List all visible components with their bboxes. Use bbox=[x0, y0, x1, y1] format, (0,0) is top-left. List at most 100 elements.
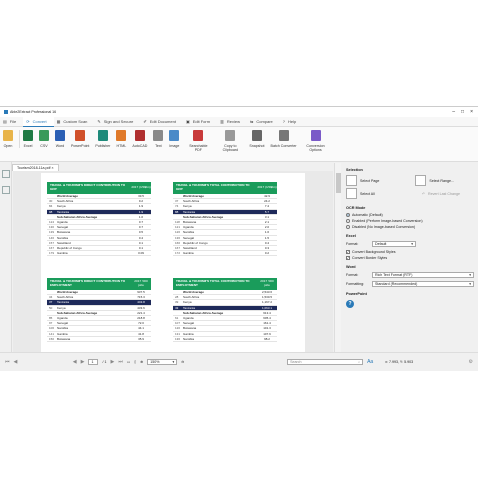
row-country: Tanzania bbox=[57, 209, 70, 214]
document-viewer[interactable]: TRAVEL & TOURISM'S DIRECT CONTRIBUTION T… bbox=[13, 171, 333, 352]
row-rank: 146 bbox=[49, 235, 55, 240]
menu-edit-document[interactable]: ✐ Edit Document bbox=[140, 117, 183, 127]
menu-file[interactable]: ▤ File bbox=[0, 117, 23, 127]
fit-page-icon[interactable]: ▯ bbox=[134, 360, 136, 364]
first-page-icon[interactable]: ⏮ bbox=[5, 359, 10, 365]
zoom-out-icon[interactable]: ⊖ bbox=[181, 360, 184, 364]
compare-icon: ⇆ bbox=[249, 119, 254, 124]
match-case-icon[interactable]: Aa bbox=[367, 359, 373, 365]
conversion-options-button[interactable]: Conversion Options bbox=[300, 130, 332, 152]
ocr-option-enabled[interactable]: Enabled (Perform Image-based Conversion) bbox=[346, 219, 474, 223]
ocr-option-disabled[interactable]: Disabled (No Image-based Conversion) bbox=[346, 225, 474, 229]
publisher-button[interactable]: Publisher bbox=[92, 130, 113, 148]
radio-button[interactable] bbox=[346, 213, 350, 217]
row-rank: 179 bbox=[49, 251, 55, 256]
search-input[interactable]: Search ⌕ bbox=[287, 359, 364, 365]
document-tab[interactable]: Tourism2018-11a.pdf × bbox=[12, 164, 59, 171]
select-all-button[interactable]: Select All bbox=[346, 188, 375, 199]
autocad-button[interactable]: AutoCAD bbox=[129, 130, 150, 148]
row-country: Kenya bbox=[183, 300, 192, 305]
batch-converter-button[interactable]: Batch Converter bbox=[268, 130, 300, 148]
powerpoint-button[interactable]: PowerPoint bbox=[68, 130, 92, 148]
radio-button[interactable] bbox=[346, 225, 350, 229]
data-table: TRAVEL & TOURISM'S DIRECT CONTRIBUTION T… bbox=[47, 278, 151, 342]
checkbox[interactable]: ✓ bbox=[346, 250, 350, 254]
revert-icon: ↶ bbox=[422, 191, 426, 196]
row-value: 1,167.2 bbox=[261, 300, 272, 305]
ocr-option-automatic[interactable]: Automatic (Default) bbox=[346, 213, 474, 217]
row-rank: 130 bbox=[49, 225, 55, 230]
nav-forward-icon[interactable]: ▶ bbox=[81, 359, 85, 365]
word-button[interactable]: Word bbox=[52, 130, 68, 148]
row-rank: 126 bbox=[175, 230, 181, 235]
snapshot-icon bbox=[251, 130, 262, 141]
row-value: 1,063.1 bbox=[261, 305, 272, 310]
menu-edit-form[interactable]: ▣ Edit Form bbox=[183, 117, 217, 127]
word-formatting-select[interactable]: Standard (Recommended) ▾ bbox=[372, 281, 474, 287]
table-header: TRAVEL & TOURISM'S TOTAL CONTRIBUTION TO… bbox=[173, 278, 277, 290]
menu-help[interactable]: ? Help bbox=[280, 117, 303, 127]
row-country: Sub-Saharan Africa Average bbox=[57, 310, 98, 315]
fit-width-icon[interactable]: ▭ bbox=[127, 360, 130, 364]
table-header: TRAVEL & TOURISM'S DIRECT CONTRIBUTION T… bbox=[47, 182, 151, 194]
select-page-icon bbox=[346, 175, 357, 186]
maximize-icon[interactable]: □ bbox=[461, 109, 464, 115]
select-page-button[interactable]: Select Page bbox=[346, 175, 379, 186]
settings-gear-icon[interactable]: ⚙ bbox=[469, 359, 473, 365]
table-unit: 2017 (US$bn) bbox=[257, 185, 277, 190]
help-icon: ? bbox=[282, 119, 286, 124]
menu-custom-scan[interactable]: ▦ Custom Scan bbox=[54, 117, 95, 127]
menu-sign-and-secure[interactable]: ✎ Sign and Secure bbox=[94, 117, 140, 127]
help-circle-icon[interactable]: ? bbox=[346, 300, 354, 308]
convert-background-styles-checkbox[interactable]: ✓ Convert Background Styles bbox=[346, 250, 474, 254]
open-button[interactable]: Open bbox=[0, 130, 20, 149]
radio-button[interactable] bbox=[346, 219, 350, 223]
menu-convert[interactable]: ⟳ Convert bbox=[23, 116, 54, 127]
searchable-pdf-button[interactable]: Searchable PDF bbox=[182, 130, 214, 152]
html-button[interactable]: HTML bbox=[113, 130, 129, 148]
next-page-icon[interactable]: ▶ bbox=[110, 359, 114, 365]
row-value: 35.9 bbox=[138, 336, 144, 341]
convert-border-styles-checkbox[interactable]: ✓ Convert Border Styles bbox=[346, 256, 474, 260]
csv-button[interactable]: CSV bbox=[36, 130, 52, 148]
search-icon: ⌕ bbox=[358, 360, 361, 364]
app-window: Able2Extract Professional 16 – □ × ▤ File… bbox=[0, 106, 478, 371]
zoom-select[interactable]: 150% ▾ bbox=[147, 359, 178, 365]
ribbon-button-label: Image bbox=[169, 144, 180, 148]
minimize-icon[interactable]: – bbox=[452, 109, 455, 115]
bookmarks-icon[interactable] bbox=[2, 186, 10, 194]
nav-back-icon[interactable]: ◀ bbox=[73, 359, 77, 365]
previous-page-icon[interactable]: ◀ bbox=[14, 359, 18, 365]
table-row: 136 Namibia 98.2 bbox=[173, 337, 277, 342]
row-country: Republic of Congo bbox=[57, 245, 82, 250]
word-format-select[interactable]: Rich Text Format (RTF) ▾ bbox=[372, 272, 474, 278]
checkbox[interactable]: ✓ bbox=[346, 256, 350, 260]
close-icon[interactable]: × bbox=[470, 109, 473, 115]
table-title: TRAVEL & TOURISM'S DIRECT CONTRIBUTION T… bbox=[50, 279, 126, 287]
powerpoint-icon bbox=[75, 130, 86, 141]
menu-review[interactable]: ▥ Review bbox=[217, 117, 247, 127]
ribbon-button-label: Searchable PDF bbox=[189, 144, 208, 153]
snapshot-button[interactable]: Snapshot bbox=[246, 130, 267, 148]
zoom-in-icon[interactable]: ⊕ bbox=[140, 360, 143, 364]
row-value: 218.8 bbox=[137, 316, 145, 321]
thumbnails-icon[interactable] bbox=[2, 170, 10, 178]
revert-last-change-button[interactable]: ↶ Revert Last Change bbox=[422, 188, 460, 199]
table-header: TRAVEL & TOURISM'S TOTAL CONTRIBUTION TO… bbox=[173, 182, 277, 194]
vertical-scrollbar[interactable] bbox=[334, 163, 341, 352]
excel-button[interactable]: Excel bbox=[20, 130, 36, 148]
text-button[interactable]: Text bbox=[150, 130, 166, 148]
select-range-button[interactable]: Select Range... bbox=[415, 175, 454, 186]
row-rank: 28 bbox=[175, 295, 179, 300]
image-button[interactable]: Image bbox=[166, 130, 182, 148]
page-number-input[interactable]: 1 bbox=[88, 359, 99, 365]
excel-format-select[interactable]: Default ▾ bbox=[372, 241, 416, 247]
copy-to-clipboard-button[interactable]: Copy to Clipboard bbox=[214, 130, 246, 152]
data-table: TRAVEL & TOURISM'S DIRECT CONTRIBUTION T… bbox=[47, 182, 151, 257]
row-country: South Africa bbox=[183, 295, 200, 300]
last-page-icon[interactable]: ⏭ bbox=[118, 359, 123, 365]
scrollbar-thumb[interactable] bbox=[336, 173, 341, 193]
row-country: Gambia bbox=[183, 331, 194, 336]
document-tabs: Tourism2018-11a.pdf × bbox=[12, 163, 59, 171]
menu-compare[interactable]: ⇆ Compare bbox=[247, 117, 280, 127]
